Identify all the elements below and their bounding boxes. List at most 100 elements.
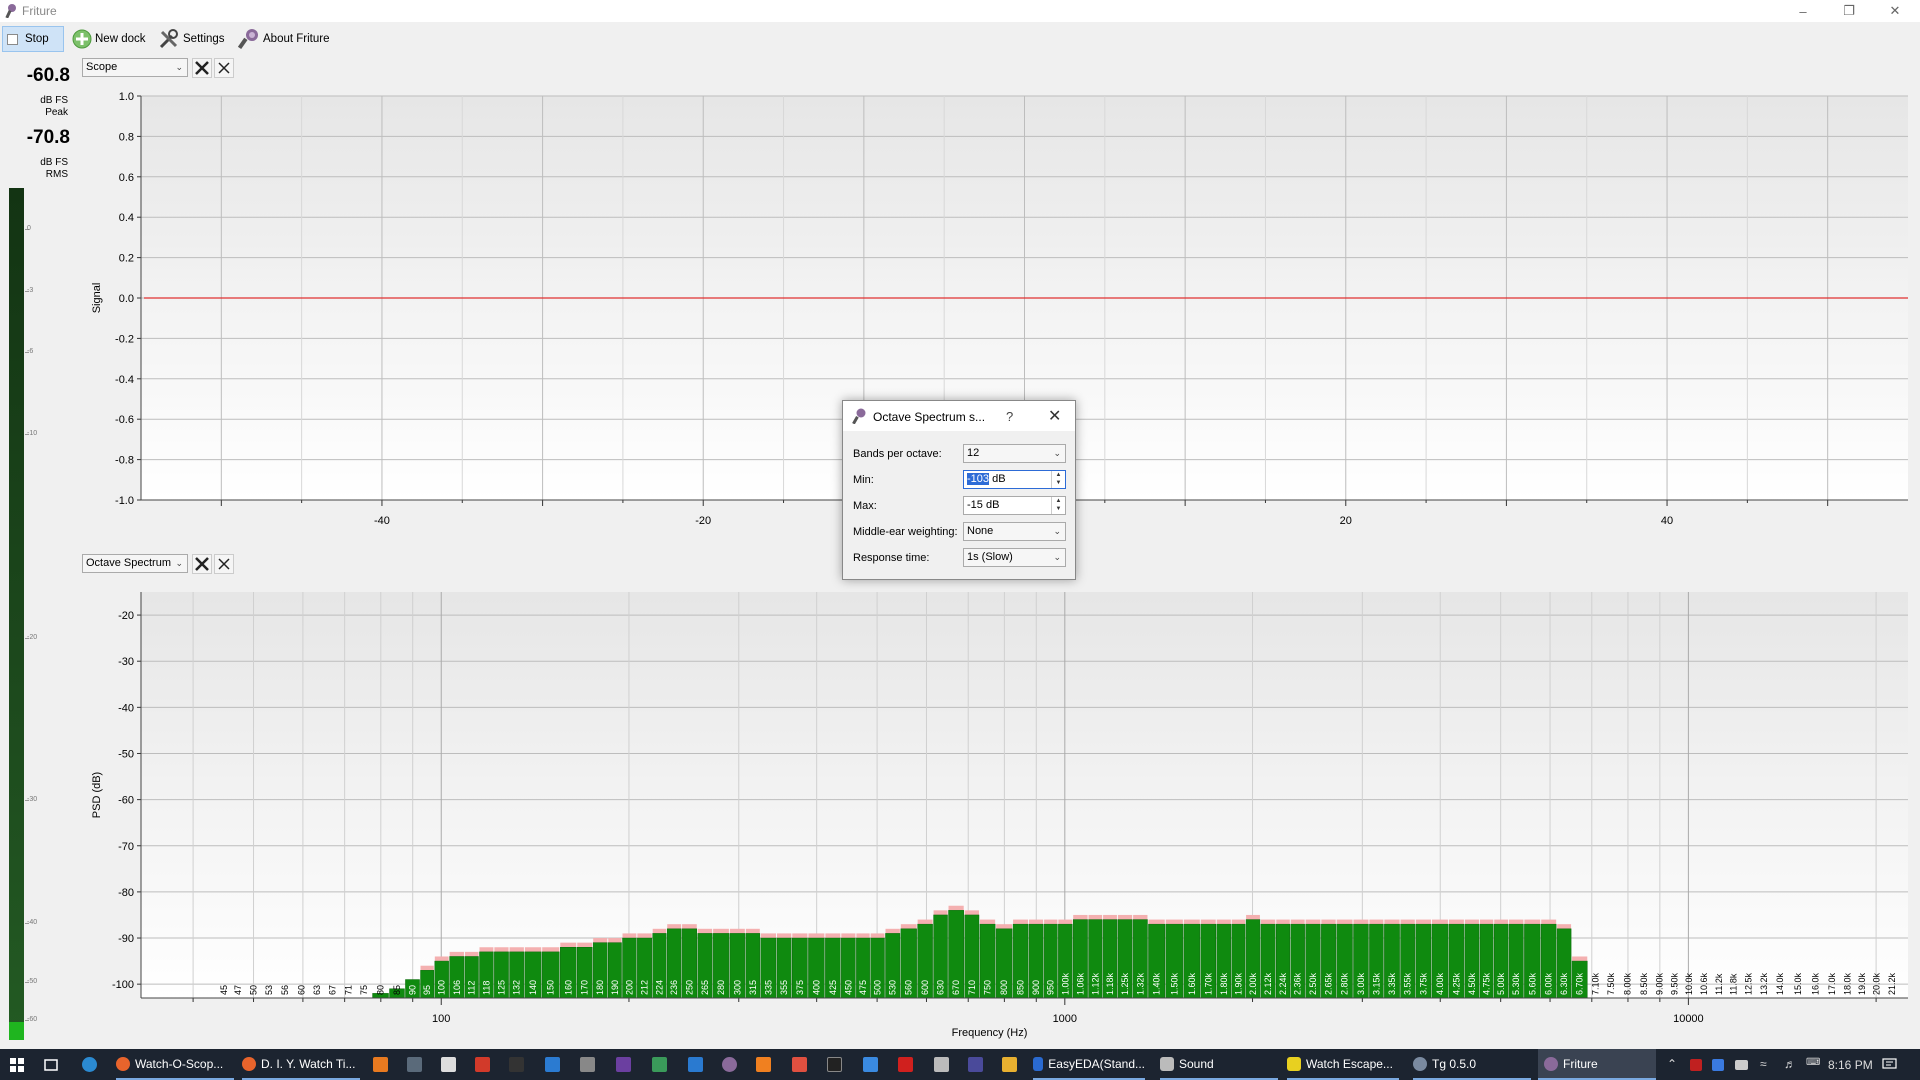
spectrum-band-label: 355	[779, 980, 789, 995]
taskbar-app-friture[interactable]: Friture	[1538, 1049, 1656, 1080]
app-icon[interactable]	[792, 1057, 807, 1072]
response-time-select[interactable]: 1s (Slow) ⌄	[963, 548, 1066, 567]
dialog-close-button[interactable]: ✕	[1048, 406, 1061, 426]
app-icon	[1413, 1056, 1427, 1071]
spin-arrows-icon[interactable]: ▲ ▼	[1051, 497, 1065, 514]
spectrum-peak-hold	[593, 938, 608, 943]
friture-logo-icon	[852, 408, 866, 424]
friture-window: Friture – ❐ ✕ Stop New dock Settings Abo…	[0, 0, 1920, 1080]
app-e-icon[interactable]	[373, 1057, 388, 1072]
friture-icon[interactable]	[722, 1057, 737, 1072]
dialog-title-bar: Octave Spectrum s... ? ✕	[843, 401, 1075, 431]
spectrum-band-label: 800	[999, 980, 1009, 995]
app-icon[interactable]	[756, 1057, 771, 1072]
middle-ear-weighting-select[interactable]: None ⌄	[963, 522, 1066, 541]
spectrum-peak-hold	[479, 947, 494, 952]
battery-icon[interactable]	[1735, 1060, 1748, 1070]
calculator-icon[interactable]	[407, 1057, 422, 1072]
app-icon[interactable]	[616, 1057, 631, 1072]
spectrum-band-label: 14.0k	[1775, 972, 1785, 995]
spectrum-peak-hold	[542, 947, 560, 952]
spectrum-peak-hold	[652, 928, 667, 934]
bands-per-octave-select[interactable]: 12 ⌄	[963, 444, 1066, 463]
spectrum-band-label: 630	[936, 980, 946, 995]
app-icon[interactable]	[934, 1057, 949, 1072]
scope-x-tick-label: 40	[1661, 515, 1673, 527]
taskbar-app-label: D. I. Y. Watch Ti...	[261, 1056, 356, 1071]
app-icon[interactable]	[827, 1057, 842, 1072]
spectrum-peak-hold	[1524, 919, 1541, 925]
spectrum-band-label: 1.32k	[1135, 972, 1145, 995]
notifications-icon[interactable]	[1882, 1058, 1897, 1071]
spectrum-peak-hold	[1231, 919, 1246, 925]
app-icon[interactable]	[580, 1057, 595, 1072]
dialog-help-button[interactable]: ?	[1006, 409, 1013, 424]
spectrum-band-label: 1.60k	[1187, 972, 1197, 995]
app-icon[interactable]	[863, 1057, 878, 1072]
spectrum-y-tick-label: -20	[118, 610, 134, 622]
tray-app-icon[interactable]	[1690, 1059, 1702, 1071]
file-explorer-icon[interactable]	[1002, 1057, 1017, 1072]
taskbar-app-easyeda[interactable]: EasyEDA(Stand...	[1033, 1049, 1145, 1080]
spectrum-band-label: 950	[1046, 980, 1056, 995]
spectrum-band-label: 8.50k	[1639, 972, 1649, 995]
spectrum-band-label: 21.2k	[1887, 972, 1897, 995]
app-icon[interactable]	[652, 1057, 667, 1072]
clock-time[interactable]: 8:16 PM	[1828, 1058, 1873, 1072]
task-view-icon[interactable]	[44, 1058, 58, 1072]
app-icon[interactable]	[475, 1057, 490, 1072]
app-icon[interactable]	[968, 1057, 983, 1072]
taskbar-app-watch-o-scope[interactable]: Watch-O-Scop...	[116, 1049, 234, 1080]
spectrum-band-label: 125	[496, 980, 506, 995]
spectrum-band-label: 140	[528, 980, 538, 995]
edge-icon[interactable]	[82, 1057, 97, 1072]
app-icon[interactable]	[545, 1057, 560, 1072]
taskbar-app-label: Watch Escape...	[1306, 1056, 1393, 1071]
taskbar-app-tg[interactable]: Tg 0.5.0	[1413, 1049, 1531, 1080]
spectrum-peak-hold	[1305, 919, 1321, 925]
windows-start-icon[interactable]	[10, 1058, 24, 1072]
spectrum-band-label: 3.75k	[1418, 972, 1428, 995]
spectrum-peak-hold	[1448, 919, 1464, 925]
spectrum-peak-hold	[1165, 919, 1183, 925]
chevron-down-icon: ⌄	[1053, 526, 1061, 536]
chevron-down-icon: ⌄	[1053, 552, 1061, 562]
taskbar-app-watch-escape[interactable]: Watch Escape...	[1287, 1049, 1399, 1080]
spectrum-band-label: 1.90k	[1233, 972, 1243, 995]
acrobat-icon[interactable]	[898, 1057, 913, 1072]
min-spinbox[interactable]: -103 dB ▲ ▼	[963, 470, 1066, 489]
spectrum-band-label: 1.80k	[1219, 972, 1229, 995]
dropbox-icon[interactable]	[1712, 1059, 1724, 1071]
spectrum-peak-hold	[1246, 914, 1260, 920]
easyeda-icon	[1033, 1056, 1044, 1071]
app-icon[interactable]	[441, 1057, 456, 1072]
max-spinbox[interactable]: -15 dB ▲ ▼	[963, 496, 1066, 515]
spectrum-y-tick-label: -90	[118, 933, 134, 945]
taskbar-app-label: Tg 0.5.0	[1432, 1056, 1477, 1071]
spectrum-band-label: 600	[920, 980, 930, 995]
chevron-up-icon[interactable]: ⌃	[1667, 1057, 1677, 1071]
spectrum-peak-hold	[1058, 919, 1073, 925]
spectrum-peak-hold	[856, 933, 870, 939]
scope-y-tick-label: -0.4	[115, 374, 134, 386]
spectrum-band-label: 2.12k	[1263, 972, 1273, 995]
spectrum-band-label: 190	[610, 980, 620, 995]
spectrum-band-label: 4.50k	[1467, 972, 1477, 995]
spectrum-band-label: 4.25k	[1451, 972, 1461, 995]
taskbar-app-sound[interactable]: Sound	[1160, 1049, 1278, 1080]
spectrum-peak-hold	[1464, 919, 1479, 925]
spectrum-band-label: 95	[422, 985, 432, 995]
spectrum-peak-hold	[1044, 919, 1058, 925]
app-icon[interactable]	[688, 1057, 703, 1072]
taskbar-app-diy-watch[interactable]: D. I. Y. Watch Ti...	[242, 1049, 360, 1080]
spectrum-band-label: 9.00k	[1655, 972, 1665, 995]
spectrum-band-label: 11.2k	[1714, 973, 1724, 995]
friture-icon	[1544, 1056, 1558, 1071]
app-icon[interactable]	[509, 1057, 524, 1072]
spectrum-band-label: 11.8k	[1729, 973, 1739, 995]
spin-arrows-icon[interactable]: ▲ ▼	[1051, 471, 1065, 488]
input-language-icon[interactable]: ⌨	[1806, 1057, 1820, 1068]
volume-icon[interactable]: ♬	[1784, 1057, 1796, 1071]
spectrum-peak-hold	[1133, 914, 1148, 920]
wifi-icon[interactable]: ≈	[1760, 1057, 1767, 1071]
